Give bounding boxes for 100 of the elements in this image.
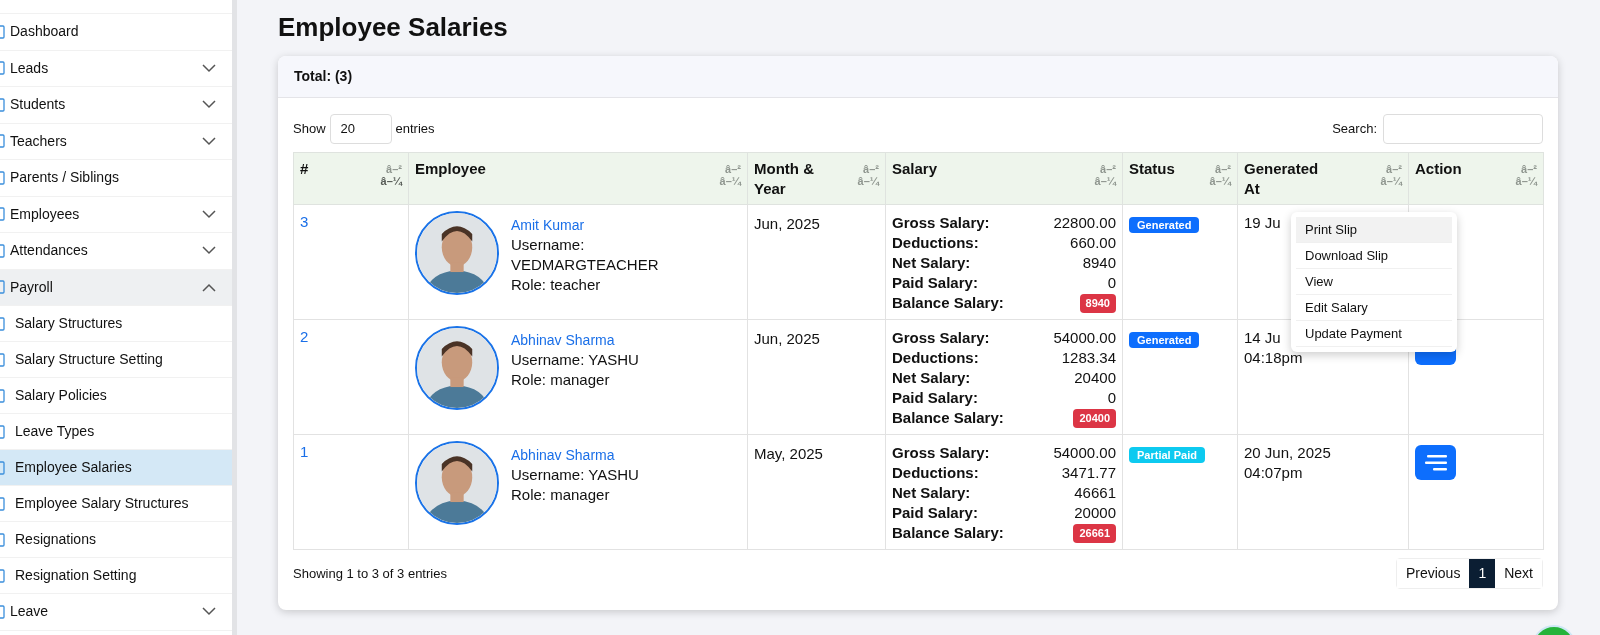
salary-value: 46661 xyxy=(1074,483,1116,503)
sidebar-item[interactable]: Dashboard xyxy=(0,14,232,51)
nav-icon xyxy=(0,424,6,439)
generated-text: 04:07pm xyxy=(1244,463,1303,483)
employee-name-link[interactable]: Amit Kumar xyxy=(511,215,671,235)
entries-label: entries xyxy=(395,120,435,139)
salary-label: Gross Salary: xyxy=(892,443,990,463)
sidebar-subitem[interactable]: Resignations xyxy=(0,522,232,558)
balance-badge: 8940 xyxy=(1079,294,1116,313)
employee-name-link[interactable]: Abhinav Sharma xyxy=(511,445,671,465)
salary-label: Deductions: xyxy=(892,233,979,253)
month-text: May, 2025 xyxy=(754,445,823,462)
search-field[interactable] xyxy=(1383,114,1543,144)
balance-badge: 20400 xyxy=(1073,409,1116,428)
menu-item[interactable]: Edit Salary xyxy=(1296,295,1452,321)
salary-value: 8940 xyxy=(1082,253,1116,273)
nav-icon xyxy=(0,170,6,185)
show-label: Show xyxy=(293,120,326,139)
nav-icon xyxy=(0,316,6,331)
sidebar-item[interactable]: Leave xyxy=(0,594,232,631)
generated-text: 14 Ju xyxy=(1244,328,1281,348)
salary-label: Paid Salary: xyxy=(892,273,978,293)
salary-label: Balance Salary: xyxy=(892,408,1004,428)
menu-item[interactable]: Update Payment xyxy=(1296,321,1452,347)
nav-icon xyxy=(0,207,6,222)
status-badge: Partial Paid xyxy=(1129,447,1205,463)
sidebar-item[interactable]: Attendances xyxy=(0,233,232,270)
status-badge: Generated xyxy=(1129,332,1200,348)
sidebar-item[interactable]: Teachers xyxy=(0,123,232,160)
nav-icon xyxy=(0,568,6,583)
sidebar-subitem[interactable]: Salary Structures xyxy=(0,306,232,342)
role-text: Role: manager xyxy=(511,370,611,390)
salary-value: 1283.34 xyxy=(1061,348,1116,368)
sidebar-item[interactable]: Leads xyxy=(0,50,232,87)
salary-value: 54000.00 xyxy=(1053,328,1116,348)
username-text: Username: VEDMARGTEACHER xyxy=(511,235,660,275)
sidebar-subitem[interactable]: Salary Policies xyxy=(0,378,232,414)
salary-value: 22800.00 xyxy=(1053,213,1116,233)
salary-label: Net Salary: xyxy=(892,483,971,503)
salary-label: Deductions: xyxy=(892,348,979,368)
role-text: Role: manager xyxy=(511,485,611,505)
menu-item[interactable]: Print Slip xyxy=(1296,217,1452,243)
sidebar-item[interactable]: Students xyxy=(0,87,232,124)
nav-icon xyxy=(0,388,6,403)
action-menu-button[interactable] xyxy=(1415,445,1456,480)
salary-value: 20400 xyxy=(1074,368,1116,388)
sidebar-subitem[interactable]: Employee Salaries xyxy=(0,450,232,486)
salary-label: Paid Salary: xyxy=(892,388,978,408)
nav-icon xyxy=(0,243,6,258)
sidebar-item[interactable]: Parents / Siblings xyxy=(0,160,232,197)
status-badge: Generated xyxy=(1129,217,1200,233)
sidebar-subitem[interactable]: Employee Salary Structures xyxy=(0,486,232,522)
role-text: Role: teacher xyxy=(511,275,602,295)
entries-info: Showing 1 to 3 of 3 entries xyxy=(293,564,447,583)
nav-icon xyxy=(0,97,6,112)
sidebar-item[interactable]: Payroll xyxy=(0,269,232,306)
salary-label: Net Salary: xyxy=(892,253,971,273)
salary-label: Gross Salary: xyxy=(892,328,990,348)
salary-value: 54000.00 xyxy=(1053,443,1116,463)
nav-icon xyxy=(0,460,6,475)
salary-label: Paid Salary: xyxy=(892,503,978,523)
username-text: Username: YASHU xyxy=(511,465,640,485)
generated-text: 20 Jun, 2025 xyxy=(1244,443,1331,463)
employee-name-link[interactable]: Abhinav Sharma xyxy=(511,330,671,350)
menu-item[interactable]: View xyxy=(1296,269,1452,295)
row-link[interactable]: 3 xyxy=(300,213,309,230)
column-header[interactable]: # â–² â–¼ xyxy=(293,152,409,205)
nav-icon xyxy=(0,352,6,367)
salary-value: 20000 xyxy=(1074,503,1116,523)
salary-value: 3471.77 xyxy=(1061,463,1116,483)
row-link[interactable]: 1 xyxy=(300,443,309,460)
sidebar-subitem[interactable]: Resignation Setting xyxy=(0,558,232,594)
pagination-button[interactable]: 1 xyxy=(1469,559,1496,588)
salary-value: 0 xyxy=(1107,273,1116,293)
salary-label: Gross Salary: xyxy=(892,213,990,233)
username-text: Username: YASHU xyxy=(511,350,640,370)
menu-icon xyxy=(1424,454,1447,471)
sidebar-item[interactable]: Employees xyxy=(0,196,232,233)
salary-label: Net Salary: xyxy=(892,368,971,388)
search-label: Search: xyxy=(1332,120,1377,139)
total-count: Total: (3) xyxy=(294,67,353,86)
nav-icon xyxy=(0,496,6,511)
generated-text: 19 Ju xyxy=(1244,213,1281,233)
nav-icon xyxy=(0,24,6,39)
salary-label: Deductions: xyxy=(892,463,979,483)
generated-text: 04:18pm xyxy=(1244,348,1303,368)
page-size-select[interactable]: 20 xyxy=(329,114,392,144)
sort-descending-icon[interactable]: â–¼ xyxy=(380,175,402,187)
month-text: Jun, 2025 xyxy=(754,215,820,232)
nav-icon xyxy=(0,604,6,619)
nav-icon xyxy=(0,532,6,547)
nav-icon xyxy=(0,61,6,76)
salary-label: Balance Salary: xyxy=(892,523,1004,543)
nav-icon xyxy=(0,134,6,149)
menu-item[interactable]: Download Slip xyxy=(1296,243,1452,269)
page-title: Employee Salaries xyxy=(278,11,509,44)
month-text: Jun, 2025 xyxy=(754,330,820,347)
row-link[interactable]: 2 xyxy=(300,328,309,345)
nav-icon xyxy=(0,280,6,295)
sidebar-subitem[interactable]: Salary Structure Setting xyxy=(0,342,232,378)
